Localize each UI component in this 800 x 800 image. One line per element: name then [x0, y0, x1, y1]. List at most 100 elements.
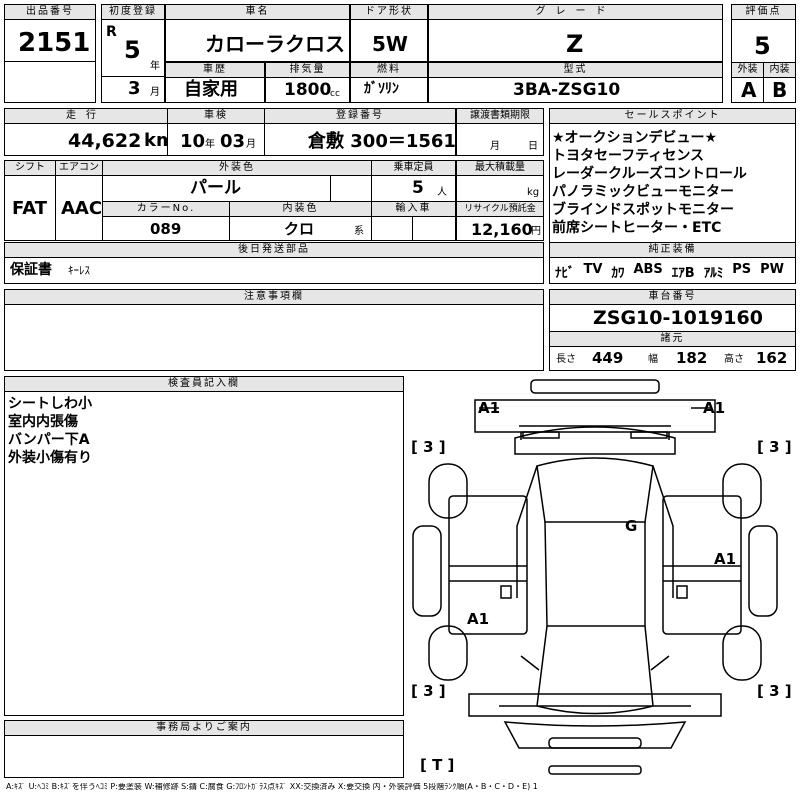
bracket-front-left: [ 3 ] — [411, 438, 446, 456]
sales-point: 前席シートヒーター・ETC — [552, 220, 722, 236]
inspector-note: 外装小傷有り — [8, 450, 92, 466]
specs-width: 182 — [676, 349, 708, 367]
recycle-value: 12,160 — [471, 220, 533, 239]
first-reg-month-unit: 月 — [150, 87, 160, 98]
sales-list: ★オークションデビュー★ トヨタセーフティセンス レーダークルーズコントロール パノラ… — [552, 129, 794, 237]
ext-color-header: 外装色 — [102, 160, 372, 176]
inspector-note: 室内内張傷 — [8, 414, 78, 430]
import-header: 輸入車 — [371, 201, 456, 217]
ext-color-value: パール — [190, 178, 241, 198]
int-color-value: クロ — [284, 220, 315, 238]
max-load-header: 最大積載量 — [456, 160, 544, 176]
first-reg-header: 初度登録 — [101, 4, 165, 20]
aircon-header: エアコン — [55, 160, 103, 176]
inspection-year-unit: 年 — [205, 139, 215, 150]
specs-length-label: 長さ — [556, 354, 576, 365]
genuine-item: PS — [732, 262, 752, 277]
inspector-notes: シートしわ小 室内内張傷バンパー下A 外装小傷有り — [8, 395, 92, 467]
mileage-value: 44,622 — [68, 130, 142, 152]
inspection-month-unit: 月 — [246, 139, 256, 150]
specs-header: 諸元 — [549, 331, 796, 347]
type-value: 3BA-ZSG10 — [513, 80, 621, 100]
interior-header: 内装 — [763, 62, 796, 78]
max-load-unit: kg — [527, 187, 540, 198]
sales-point: ブラインドスポットモニター — [552, 202, 734, 218]
specs-width-label: 幅 — [648, 354, 658, 365]
chassis-value: ZSG10-1019160 — [593, 307, 763, 329]
inspection-year: 10 — [180, 131, 206, 152]
genuine-item: PW — [760, 262, 784, 277]
reg-no-header: 登録番号 — [264, 108, 456, 124]
shift-header: シフト — [4, 160, 56, 176]
color-no-value: 089 — [150, 220, 182, 238]
ext-color-sub — [330, 175, 372, 202]
genuine-item: TV — [583, 262, 603, 277]
first-reg-year: 5 — [124, 36, 141, 64]
reg-no-value: 倉敷 300＝1561 — [308, 131, 456, 152]
sales-point: ★オークションデビュー★ — [552, 130, 718, 146]
displacement-value: 1800 — [284, 80, 332, 100]
lot-number: 2151 — [18, 28, 91, 58]
fuel-header: 燃料 — [350, 62, 428, 78]
sales-point: レーダークルーズコントロール — [552, 166, 747, 182]
inspection-header: 車検 — [167, 108, 265, 124]
notes-header: 注意事項欄 — [4, 289, 544, 305]
first-reg-year-unit: 年 — [150, 61, 160, 72]
chassis-header: 車台番号 — [549, 289, 796, 305]
score-exterior: A — [741, 78, 757, 102]
shift-value: FAT — [12, 198, 48, 219]
score-interior: B — [772, 78, 788, 102]
inspector-note: シートしわ小 — [8, 396, 92, 412]
sales-header: セールスポイント — [549, 108, 796, 124]
mark-roof: G — [625, 517, 638, 535]
bracket-rear-left: [ 3 ] — [411, 682, 446, 700]
genuine-item: ﾅﾋﾞ — [555, 266, 575, 281]
aircon-value: AAC — [61, 198, 103, 219]
later-parts-value: 保証書 — [10, 262, 52, 278]
history-header: 車歴 — [165, 62, 265, 78]
model-name: カローラクロス — [205, 32, 345, 56]
capacity-unit: 人 — [437, 187, 447, 198]
type-header: 型式 — [428, 62, 723, 78]
genuine-header: 純正装備 — [549, 242, 796, 258]
legend-text: A:ｷｽﾞ U:ﾍｺﾐ B:ｷｽﾞを伴うﾍｺﾐ P:要塗装 W:補修跡 S:錆 … — [6, 783, 538, 791]
transfer-day-unit: 日 — [528, 141, 538, 152]
displacement-header: 排気量 — [265, 62, 350, 78]
fuel-value: ｶﾞｿﾘﾝ — [364, 81, 399, 97]
first-reg-month: 3 — [128, 78, 141, 99]
mileage-header: 走行 — [4, 108, 168, 124]
specs-length: 449 — [592, 349, 624, 367]
color-no-header: カラーNo. — [102, 201, 230, 217]
transfer-header: 譲渡書類期限 — [456, 108, 544, 124]
model-header: 車名 — [165, 4, 350, 20]
mark-right-side: A1 — [714, 550, 737, 568]
grade-header: グレード — [428, 4, 723, 20]
door-header: ドア形状 — [350, 4, 428, 20]
int-color-header: 内装色 — [229, 201, 372, 217]
genuine-list: ﾅﾋﾞ TV ｶﾜ ABS ｴｱB ｱﾙﾐ PS PW — [555, 262, 793, 281]
grade-value: Z — [566, 30, 584, 58]
lot-bottom — [4, 61, 96, 103]
mark-front-left: A1 — [478, 399, 501, 417]
capacity-value: 5 — [412, 178, 424, 198]
lot-header: 出品番号 — [4, 4, 96, 20]
recycle-header: リサイクル預託金 — [456, 201, 544, 217]
history-value: 自家用 — [184, 79, 238, 100]
genuine-item: ｶﾜ — [611, 266, 625, 281]
mark-left-rear: A1 — [467, 610, 490, 628]
sales-point: トヨタセーフティセンス — [552, 148, 705, 164]
specs-height: 162 — [756, 349, 788, 367]
office-header: 事務局よりご案内 — [4, 720, 404, 736]
later-parts-header: 後日発送部品 — [4, 242, 544, 258]
capacity-header: 乗車定員 — [371, 160, 456, 176]
import-sub — [371, 216, 413, 241]
transfer-month-unit: 月 — [490, 141, 500, 152]
genuine-item: ｴｱB — [671, 266, 695, 281]
inspection-month: 03 — [220, 131, 246, 152]
genuine-item: ABS — [633, 262, 663, 277]
inspector-note: バンパー下A — [8, 432, 90, 448]
score-overall: 5 — [754, 32, 771, 60]
score-header: 評価点 — [731, 4, 796, 20]
bracket-front-right: [ 3 ] — [757, 438, 792, 456]
car-damage-diagram — [409, 376, 780, 778]
